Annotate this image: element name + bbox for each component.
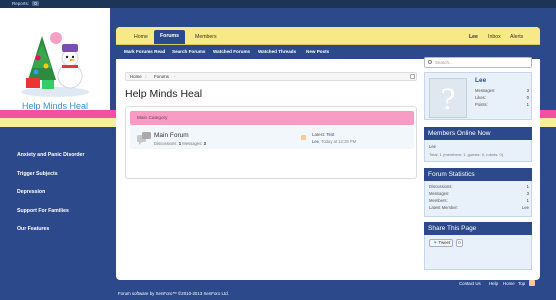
tweet-label: Tweet <box>438 240 451 245</box>
visitor-stat-messages: Messages: 3 <box>475 88 529 93</box>
site-header-logo-area: Help Minds Heal <box>0 8 110 111</box>
stat-label: Messages: <box>475 88 496 93</box>
tab-alerts[interactable]: Alerts <box>504 31 529 45</box>
page-title: Help Minds Heal <box>125 88 203 100</box>
tab-user[interactable]: Lee <box>463 31 484 45</box>
latest-meta: Lee, Today at 12:29 PM <box>312 139 356 144</box>
stat-row-messages: Messages: 3 <box>429 191 529 196</box>
leftnav-item-features[interactable]: Our Features <box>17 226 107 232</box>
visitor-stat-points: Points: 1 <box>475 102 529 107</box>
stat-label: Members: <box>429 198 448 203</box>
share-page-header: Share This Page <box>424 222 532 235</box>
rss-icon[interactable] <box>301 135 306 140</box>
tab-forums[interactable]: Forums <box>154 30 186 44</box>
tab-members[interactable]: Members <box>189 31 223 45</box>
subnav-search-forums[interactable]: Search Forums <box>172 45 205 59</box>
latest-label: Latest: <box>312 132 326 137</box>
tab-inbox[interactable]: Inbox <box>482 31 507 45</box>
online-summary: Total: 1 (members: 1, guests: 0, robots:… <box>429 152 504 157</box>
breadcrumb-separator: › <box>145 74 147 79</box>
category-header[interactable]: Main Category <box>130 111 414 125</box>
stat-label: Points: <box>475 102 488 107</box>
breadcrumb-home[interactable]: Home <box>130 73 142 80</box>
latest-post: Latest: Test <box>312 132 334 137</box>
messages-label: Messages: <box>182 141 203 146</box>
footer-links: Contact Us Help Home Top <box>0 280 556 288</box>
search-input[interactable]: Search... <box>424 57 532 68</box>
stat-value: 1 <box>526 102 529 107</box>
visitor-panel: ? Lee Messages: 3 Likes: 0 Points: 1 <box>424 72 532 120</box>
messages-count: 3 <box>203 141 206 146</box>
nav-tabs: Home Forums Members Lee Inbox Alerts <box>116 27 540 45</box>
stat-label: Likes: <box>475 95 486 100</box>
subnav-mark-read[interactable]: Mark Forums Read <box>124 45 165 59</box>
footer-home-link[interactable]: Home <box>503 281 515 286</box>
stat-value: 3 <box>526 191 529 196</box>
stat-row-latest-member: Latest Member: Lee <box>429 205 529 210</box>
forum-icon <box>137 132 151 145</box>
avatar-placeholder-icon: ? <box>440 83 456 116</box>
visitor-username[interactable]: Lee <box>475 77 486 84</box>
moderator-bar: Reports: 0 <box>0 0 556 8</box>
jump-menu-icon[interactable] <box>410 74 415 79</box>
forum-stats: Discussions: 1 Messages: 3 <box>154 141 206 146</box>
members-online-body: Lee Total: 1 (members: 1, guests: 0, rob… <box>424 140 532 162</box>
footer-contact-link[interactable]: Contact Us <box>459 281 481 286</box>
twitter-bird-icon: ▼ <box>433 240 438 245</box>
footer-copyright[interactable]: Forum software by XenForo™ ©2010-2013 Xe… <box>118 291 229 296</box>
tweet-count: 0 <box>456 239 463 247</box>
stat-label: Latest Member: <box>429 205 459 210</box>
tab-home[interactable]: Home <box>128 31 154 45</box>
footer-help-link[interactable]: Help <box>489 281 498 286</box>
subnav-watched-threads[interactable]: Watched Threads <box>258 45 296 59</box>
left-nav: Anxiety and Panic Disorder Trigger Subje… <box>17 152 107 245</box>
share-page-body: ▼ Tweet 0 <box>424 235 532 270</box>
latest-user-link[interactable]: Lee <box>312 139 319 144</box>
leftnav-item-families[interactable]: Support For Families <box>17 208 107 214</box>
breadcrumb: Home › Forums › <box>125 72 417 81</box>
breadcrumb-forums[interactable]: Forums <box>154 73 169 80</box>
site-logo[interactable] <box>18 30 92 98</box>
stat-label: Discussions: <box>429 184 453 189</box>
latest-thread-link[interactable]: Test <box>326 132 334 137</box>
visitor-stat-likes: Likes: 0 <box>475 95 529 100</box>
reports-link[interactable]: Reports: <box>12 1 29 6</box>
stat-value: 3 <box>526 88 529 93</box>
subnav-watched-forums[interactable]: Watched Forums <box>213 45 250 59</box>
stat-label: Messages: <box>429 191 450 196</box>
forum-title-link[interactable]: Main Forum <box>154 132 189 139</box>
breadcrumb-separator: › <box>174 74 176 79</box>
stat-value: 0 <box>526 95 529 100</box>
forum-row: Main Forum Discussions: 1 Messages: 3 La… <box>130 127 414 149</box>
leftnav-item-trigger[interactable]: Trigger Subjects <box>17 171 107 177</box>
members-online-header: Members Online Now <box>424 127 532 140</box>
stat-row-discussions: Discussions: 1 <box>429 184 529 189</box>
leftnav-item-depression[interactable]: Depression <box>17 189 107 195</box>
forum-statistics-header: Forum Statistics <box>424 168 532 181</box>
online-member-link[interactable]: Lee <box>429 144 436 149</box>
latest-member-link[interactable]: Lee <box>522 205 529 210</box>
footer-top-link[interactable]: Top <box>518 281 525 286</box>
discussions-label: Discussions: <box>154 141 178 146</box>
stat-value: 1 <box>526 184 529 189</box>
leftnav-item-anxiety[interactable]: Anxiety and Panic Disorder <box>17 152 107 158</box>
stat-value: 1 <box>526 198 529 203</box>
reports-count-badge: 0 <box>32 1 39 6</box>
discussions-count: 1 <box>178 141 182 146</box>
latest-time: , Today at 12:29 PM <box>319 139 357 144</box>
rss-icon[interactable] <box>529 280 535 286</box>
avatar[interactable]: ? <box>429 78 467 118</box>
forum-statistics-body: Discussions: 1 Messages: 3 Members: 1 La… <box>424 181 532 217</box>
forum-list: Main Category Main Forum Discussions: 1 … <box>125 106 417 179</box>
stat-row-members: Members: 1 <box>429 198 529 203</box>
tweet-button[interactable]: ▼ Tweet <box>429 239 453 247</box>
subnav-new-posts[interactable]: New Posts <box>306 45 329 59</box>
search-icon <box>428 60 432 64</box>
